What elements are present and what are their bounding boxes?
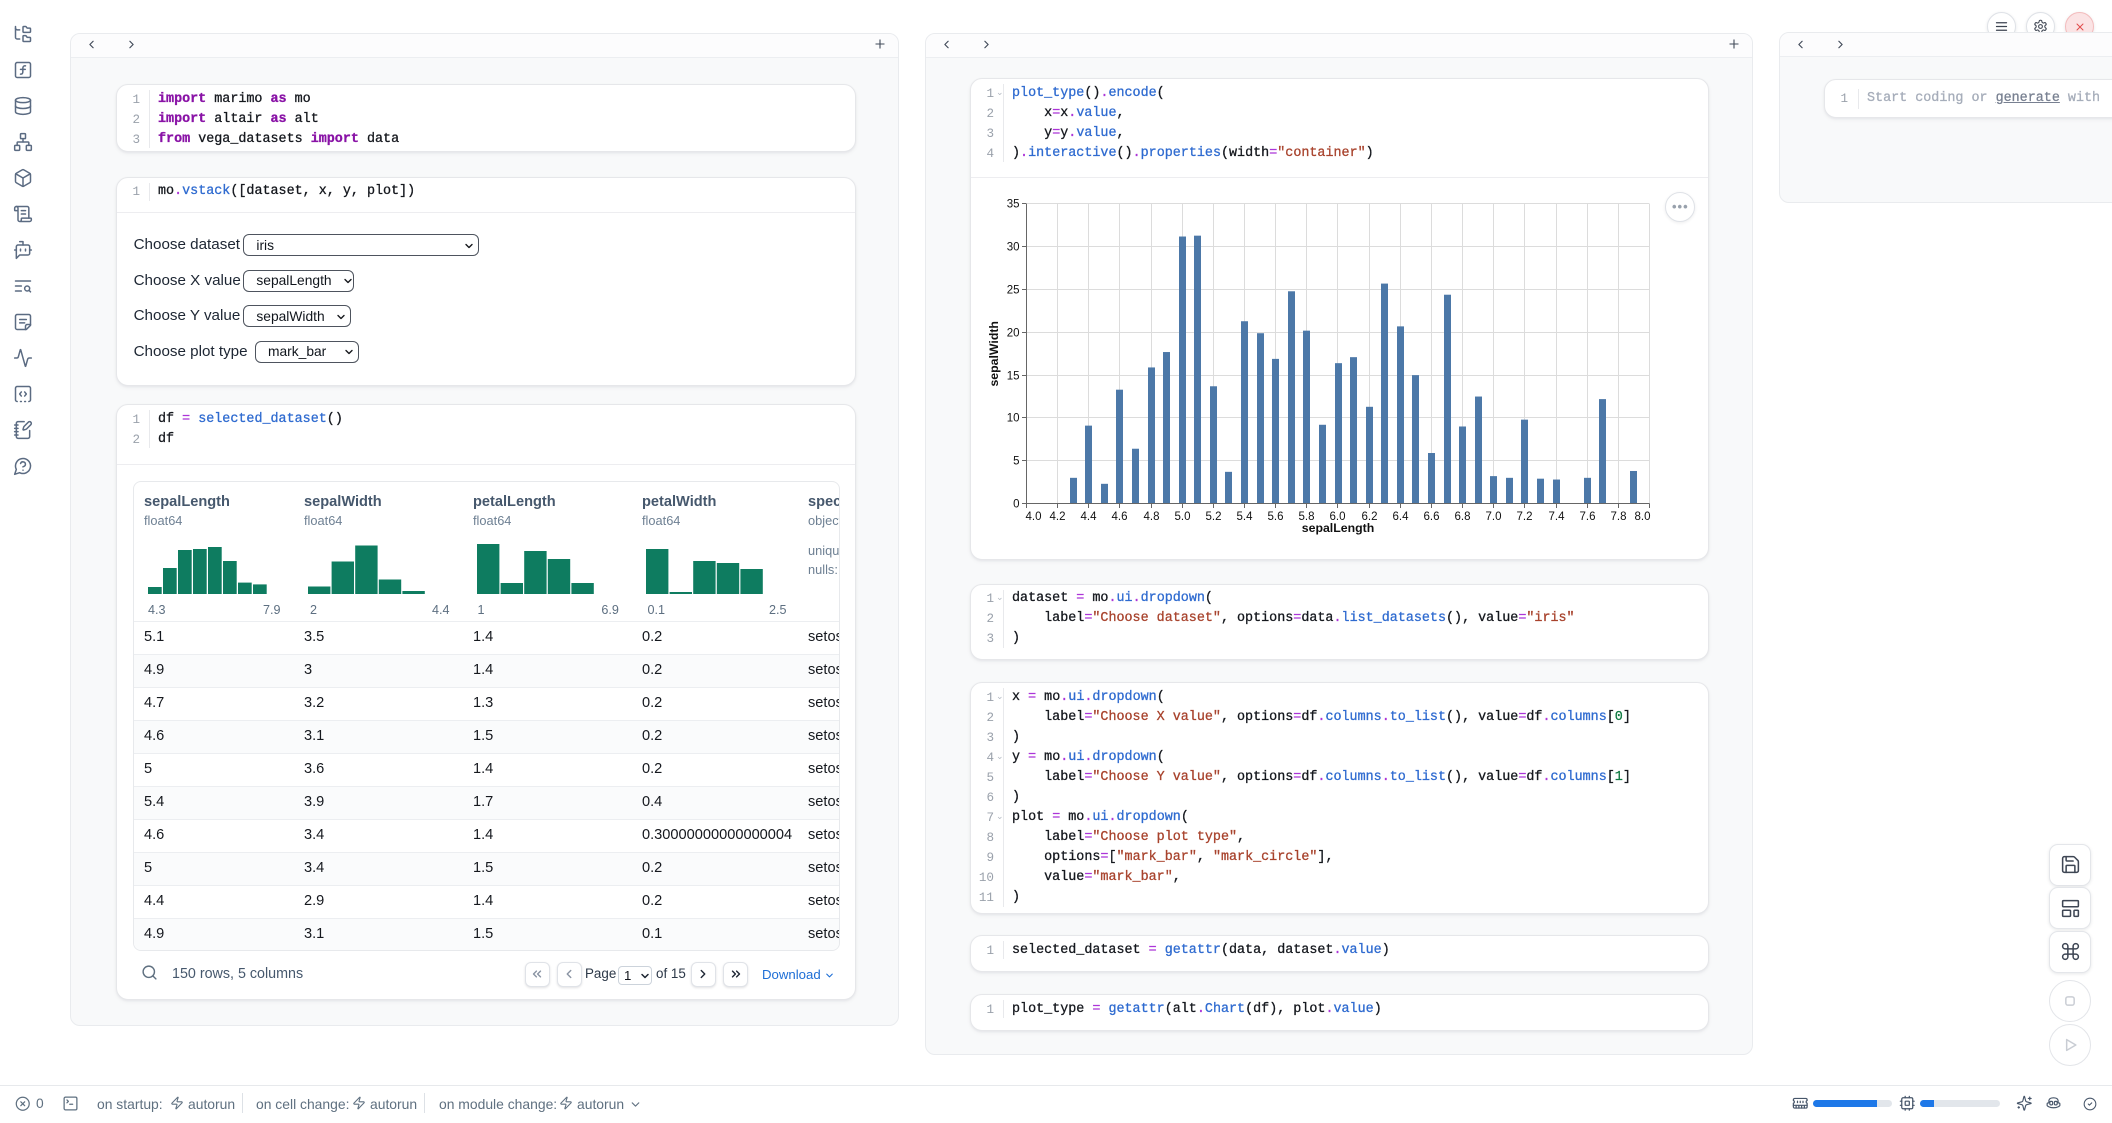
svg-text:0: 0 — [1013, 499, 1019, 511]
svg-text:4.2: 4.2 — [1050, 511, 1066, 523]
svg-text:sepalWidth: sepalWidth — [987, 321, 1001, 386]
svg-text:5: 5 — [1013, 456, 1019, 468]
svg-text:8.0: 8.0 — [1635, 511, 1651, 523]
svg-text:7.8: 7.8 — [1611, 511, 1627, 523]
svg-text:5.6: 5.6 — [1268, 511, 1284, 523]
svg-text:5.4: 5.4 — [1237, 511, 1254, 523]
svg-text:4.4: 4.4 — [1081, 511, 1098, 523]
svg-text:5.0: 5.0 — [1175, 511, 1191, 523]
svg-text:15: 15 — [1007, 371, 1020, 383]
svg-text:4.0: 4.0 — [1026, 511, 1042, 523]
svg-text:6.4: 6.4 — [1393, 511, 1410, 523]
svg-text:7.0: 7.0 — [1486, 511, 1502, 523]
svg-text:20: 20 — [1007, 328, 1020, 340]
svg-text:35: 35 — [1007, 199, 1020, 211]
svg-text:6.6: 6.6 — [1424, 511, 1440, 523]
svg-text:4.8: 4.8 — [1144, 511, 1160, 523]
svg-text:30: 30 — [1007, 242, 1020, 254]
svg-text:10: 10 — [1007, 413, 1020, 425]
svg-text:6.8: 6.8 — [1455, 511, 1471, 523]
svg-text:4.6: 4.6 — [1112, 511, 1128, 523]
svg-text:7.2: 7.2 — [1517, 511, 1533, 523]
svg-text:7.4: 7.4 — [1549, 511, 1566, 523]
svg-text:5.2: 5.2 — [1206, 511, 1222, 523]
svg-text:25: 25 — [1007, 285, 1020, 297]
svg-text:sepalLength: sepalLength — [1302, 521, 1374, 535]
svg-text:7.6: 7.6 — [1580, 511, 1596, 523]
